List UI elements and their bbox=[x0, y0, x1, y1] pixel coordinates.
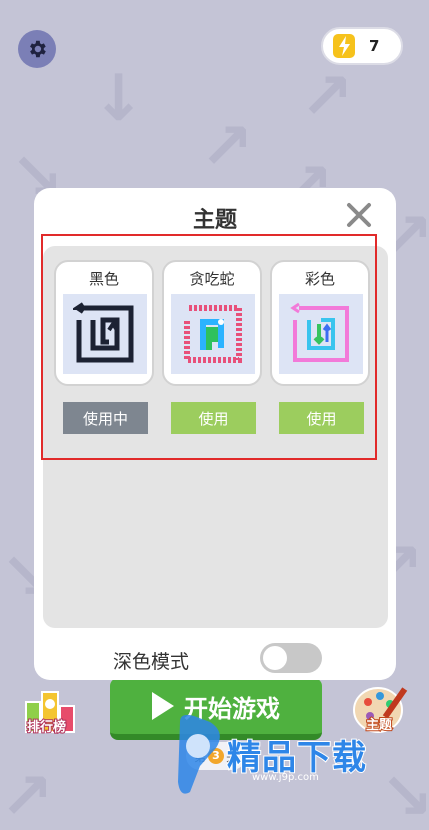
theme-dialog: 主题 黑色 使用中 贪吃蛇 使用 彩色 使用 深色模式 bbox=[34, 188, 396, 680]
snake-maze-icon bbox=[184, 305, 242, 363]
dark-mode-label: 深色模式 bbox=[113, 651, 190, 673]
watermark-url: www.j9p.com bbox=[252, 772, 319, 783]
energy-count: 7 bbox=[369, 37, 380, 55]
theme-snake-button[interactable]: 使用 bbox=[171, 402, 256, 434]
theme-preview bbox=[279, 294, 363, 374]
gear-icon bbox=[30, 40, 46, 58]
theme-color-button[interactable]: 使用 bbox=[279, 402, 364, 434]
black-maze-icon bbox=[73, 302, 134, 363]
energy-counter[interactable]: 7 bbox=[321, 27, 403, 65]
theme-name: 黑色 bbox=[88, 270, 119, 288]
theme-card-color[interactable]: 彩色 bbox=[270, 260, 370, 386]
theme-preview bbox=[171, 294, 255, 374]
color-maze-icon bbox=[290, 302, 349, 362]
theme-name: 贪吃蛇 bbox=[189, 270, 235, 288]
leaderboard-label: 排行榜 bbox=[26, 719, 67, 736]
theme-name: 彩色 bbox=[304, 270, 335, 288]
theme-card-black[interactable]: 黑色 bbox=[54, 260, 154, 386]
close-icon[interactable] bbox=[346, 202, 372, 228]
dark-mode-toggle[interactable] bbox=[260, 643, 322, 673]
theme-preview bbox=[63, 294, 147, 374]
lightning-bolt-icon bbox=[333, 34, 355, 58]
settings-button[interactable] bbox=[18, 30, 56, 68]
toggle-knob bbox=[263, 646, 287, 670]
dialog-title: 主题 bbox=[192, 208, 237, 233]
theme-black-button[interactable]: 使用中 bbox=[63, 402, 148, 434]
theme-card-snake[interactable]: 贪吃蛇 bbox=[162, 260, 262, 386]
